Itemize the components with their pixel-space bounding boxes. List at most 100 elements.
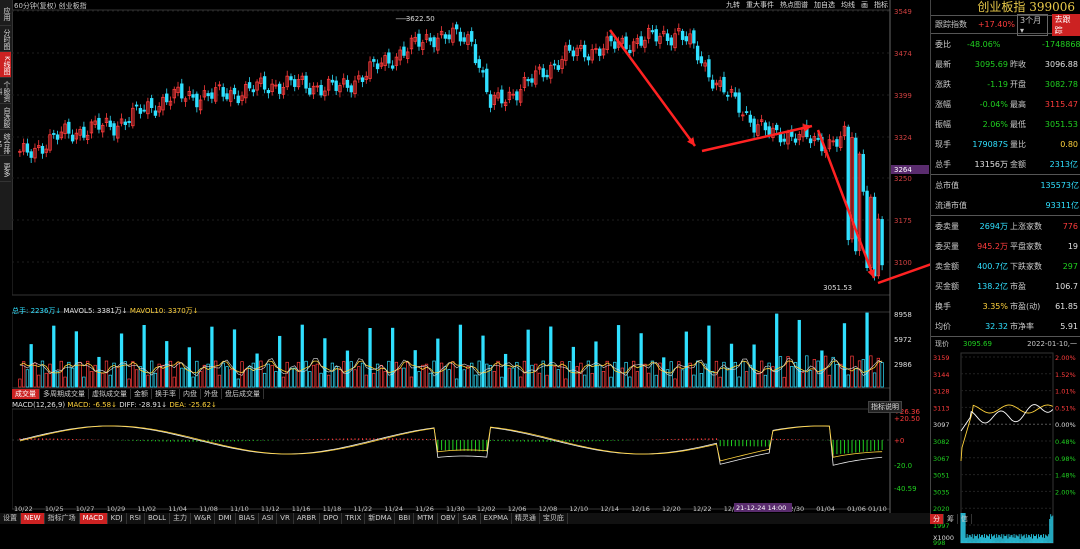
candle-body — [247, 82, 252, 89]
indicator-tab-5[interactable]: RSI — [127, 513, 145, 524]
left-tab-6[interactable]: 更多 — [0, 156, 11, 182]
left-tab-4[interactable]: 自选股 — [0, 104, 11, 130]
volume-bar — [293, 367, 297, 388]
date-tick: 12/20 — [662, 505, 681, 513]
row-value: 945.2万 — [977, 241, 1008, 251]
row-value2: 61.85 — [1055, 301, 1078, 311]
left-tab-1[interactable]: 分时图 — [0, 26, 11, 52]
volume-bar — [839, 363, 843, 388]
indicator-tab-22[interactable]: 精灵通 — [512, 513, 540, 524]
row-value2: 106.7 — [1055, 281, 1078, 291]
volume-bar — [428, 372, 432, 388]
volume-bar — [232, 329, 237, 388]
volume-tab-1[interactable]: 多周期成交量 — [40, 389, 89, 399]
volume-bar — [104, 360, 109, 388]
left-tab-0[interactable]: 应用 — [0, 0, 11, 26]
intraday-header: 现价 3095.69 2022-01-10,一 — [931, 336, 1080, 351]
indicator-tab-7[interactable]: 主力 — [170, 513, 191, 524]
volume-bar — [357, 366, 361, 388]
row-key: 买金额 — [935, 281, 959, 291]
track-button[interactable]: 去跟踪 — [1051, 13, 1080, 36]
volume-bar — [323, 338, 327, 388]
toolbar-item-6[interactable]: 指标 — [874, 1, 888, 9]
left-tab-3[interactable]: 个股资料 — [0, 78, 11, 104]
candle-body — [108, 120, 112, 127]
left-tab-5[interactable]: 综合排名 — [0, 130, 11, 156]
volume-bar — [846, 374, 850, 388]
indicator-tab-11[interactable]: ASI — [259, 513, 278, 524]
indicator-tab-19[interactable]: OBV — [438, 513, 460, 524]
indicator-tab-15[interactable]: TRIX — [342, 513, 366, 524]
panel-tab-0[interactable]: 分 — [930, 514, 944, 524]
date-tick: 10/29 — [107, 505, 126, 513]
volume-bar — [643, 363, 647, 388]
volume-tab-4[interactable]: 换手率 — [152, 389, 180, 399]
volume-tab-3[interactable]: 金额 — [131, 389, 152, 399]
toolbar-item-3[interactable]: 加自选 — [814, 1, 835, 9]
indicator-help-button[interactable]: 指标说明 — [868, 401, 902, 413]
candle-body — [277, 83, 282, 94]
indicator-tab-18[interactable]: MTM — [414, 513, 438, 524]
panel-tab-2[interactable]: 信 — [958, 514, 972, 524]
volume-tab-7[interactable]: 盘后成交量 — [222, 389, 264, 399]
volume-bar — [549, 326, 553, 388]
volume-bar — [202, 364, 207, 388]
volume-bar — [368, 328, 372, 388]
panel-tab-1[interactable]: 筹 — [944, 514, 958, 524]
volume-bar — [692, 374, 696, 388]
candle-body — [360, 77, 365, 82]
indicator-tab-6[interactable]: BOLL — [145, 513, 170, 524]
indicator-tab-1[interactable]: NEW — [21, 513, 45, 524]
toolbar-item-1[interactable]: 重大事件 — [746, 1, 774, 9]
indicator-tab-17[interactable]: BBI — [395, 513, 415, 524]
indicator-tab-14[interactable]: DPO — [320, 513, 343, 524]
candle-body — [319, 84, 323, 96]
trend-arrow-1 — [608, 29, 697, 147]
indicator-tab-10[interactable]: BIAS — [236, 513, 259, 524]
candle-body — [733, 92, 737, 97]
volume-bar — [101, 372, 105, 388]
volume-bar — [146, 374, 150, 388]
indicator-tab-0[interactable]: 设置 — [0, 513, 21, 524]
volume-bar — [342, 361, 346, 388]
indicator-tab-21[interactable]: EXPMA — [481, 513, 512, 524]
indicator-tab-16[interactable]: 新DMA — [365, 513, 396, 524]
candle-body — [481, 70, 485, 73]
indicator-tab-9[interactable]: DMI — [215, 513, 236, 524]
indicator-tab-4[interactable]: KDJ — [108, 513, 127, 524]
volume-bar — [462, 369, 466, 388]
toolbar-item-4[interactable]: 均线 — [841, 1, 855, 9]
volume-bar — [684, 331, 688, 388]
toolbar-item-5[interactable]: 画 — [861, 1, 868, 9]
candle-body — [598, 48, 602, 56]
row-key: 现手 — [935, 139, 951, 149]
candle-body — [669, 37, 673, 46]
volume-tab-2[interactable]: 虚拟成交量 — [89, 389, 131, 399]
indicator-tab-12[interactable]: VR — [277, 513, 294, 524]
row-value2: 0.80 — [1060, 139, 1078, 149]
left-tab-2[interactable]: K线图 — [0, 52, 11, 78]
indicator-tab-3[interactable]: MACD — [79, 513, 108, 524]
volume-tab-6[interactable]: 外盘 — [201, 389, 222, 399]
toolbar-item-2[interactable]: 热点图谱 — [780, 1, 808, 9]
indicator-tab-8[interactable]: W&R — [191, 513, 216, 524]
volume-bar — [500, 376, 504, 388]
volume-bar — [801, 372, 805, 388]
quote-row: 卖金额 400.7亿 下跌家数 297 — [931, 256, 1080, 276]
kline-chart-area[interactable]: 3549 3474 3399 3324 3250 3175 3100 3264 3622.50 3… — [12, 0, 930, 524]
candle-body — [477, 59, 481, 68]
intraday-right-tick: 1.01% — [1055, 388, 1076, 396]
volume-tab-0[interactable]: 成交量 — [12, 389, 40, 399]
volume-bar — [729, 343, 734, 388]
indicator-tab-13[interactable]: ARBR — [294, 513, 321, 524]
volume-bar — [70, 367, 75, 388]
volume-tab-5[interactable]: 内盘 — [180, 389, 201, 399]
date-tick: 11/30 — [446, 505, 465, 513]
indicator-tab-2[interactable]: 指标广场 — [45, 513, 80, 524]
toolbar-item-0[interactable]: 九转 — [726, 1, 740, 9]
macd-diff: DIFF: -28.91↓ — [119, 401, 168, 409]
volume-tick: 5972 — [894, 336, 912, 344]
indicator-tab-23[interactable]: 宝贝庇 — [540, 513, 568, 524]
track-period-select[interactable]: 3个月▾ — [1017, 13, 1048, 36]
indicator-tab-20[interactable]: SAR — [459, 513, 481, 524]
